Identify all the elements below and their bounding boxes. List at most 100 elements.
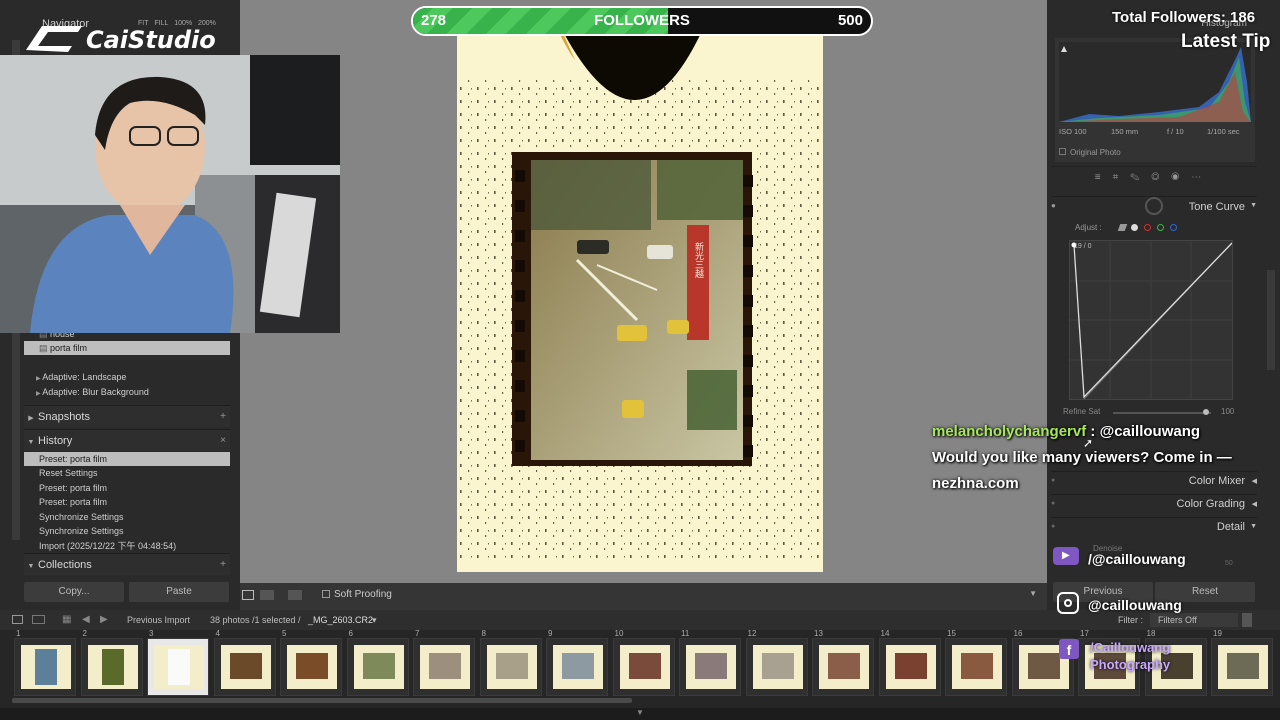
filmstrip-thumbnail[interactable]: 10: [612, 629, 675, 696]
forward-arrow-icon[interactable]: ▶: [100, 610, 108, 630]
thumbnail-image: [752, 645, 803, 689]
color-grading-header[interactable]: ● Color Grading ◀: [1051, 494, 1257, 514]
filter-dropdown[interactable]: Filters Off: [1150, 613, 1238, 627]
filmstrip-thumbnail[interactable]: 6: [346, 629, 409, 696]
redeye-icon[interactable]: ◉: [1171, 172, 1191, 183]
mask-icon[interactable]: ◎: [1151, 172, 1171, 183]
focal-length: 150 mm: [1111, 127, 1139, 136]
add-collection-button[interactable]: +: [220, 554, 226, 576]
detail-header[interactable]: ● Detail ▼: [1051, 517, 1257, 537]
filmstrip-thumbnail[interactable]: 15: [945, 629, 1007, 696]
thumbnail-image: [553, 645, 603, 689]
blue-channel-icon[interactable]: [1170, 224, 1177, 231]
tone-curve-target-icon[interactable]: [1145, 197, 1163, 215]
filename-dropdown-icon[interactable]: ▾: [372, 610, 377, 630]
thumbnail-number: 8: [481, 629, 486, 638]
filmstrip-thumbnail[interactable]: 13: [812, 629, 874, 696]
facebook-icon: f: [1059, 639, 1079, 659]
panel-visibility-icon[interactable]: ●: [1051, 500, 1055, 507]
filmstrip-thumbnail[interactable]: 2: [80, 629, 143, 696]
original-photo-checkbox[interactable]: [1059, 148, 1066, 155]
right-panel: Histogram ISO 100 150 mm f / 10 1/100 se…: [1047, 0, 1280, 610]
history-item[interactable]: Reset Settings: [24, 466, 230, 480]
tone-curve-header[interactable]: ● Tone Curve ▼: [1051, 196, 1257, 216]
curve-channel-selector[interactable]: [1117, 223, 1179, 233]
refine-saturation-slider[interactable]: [1113, 412, 1211, 414]
filmstrip-thumbnail[interactable]: 12: [745, 629, 808, 696]
thumbnail-frame: [562, 653, 594, 679]
filmstrip-thumbnail[interactable]: 19: [1211, 629, 1273, 696]
original-photo-toggle[interactable]: Original Photo: [1059, 148, 1121, 157]
filmstrip-thumbnail[interactable]: 1: [14, 629, 76, 696]
paste-button[interactable]: Paste: [129, 582, 229, 602]
history-item[interactable]: Import (2025/12/22 下午 04:48:54): [24, 539, 230, 553]
thumbnail-image: [619, 645, 670, 689]
back-arrow-icon[interactable]: ◀: [82, 610, 90, 630]
thumbnail-number: 7: [415, 629, 420, 638]
copy-button[interactable]: Copy...: [24, 582, 124, 602]
history-item[interactable]: Synchronize Settings: [24, 524, 230, 538]
red-channel-icon[interactable]: [1144, 224, 1151, 231]
parametric-curve-icon[interactable]: [1117, 224, 1128, 231]
snapshots-header[interactable]: ▶ Snapshots +: [24, 405, 230, 427]
tone-curve-graph[interactable]: 19 / 0: [1069, 240, 1233, 400]
heal-icon[interactable]: ✎: [1130, 172, 1151, 183]
panel-visibility-icon[interactable]: ●: [1051, 201, 1056, 210]
develop-tool-strip[interactable]: ≡⌗✎◎◉⋯: [1051, 166, 1257, 188]
selected-filename[interactable]: _MG_2603.CR2: [308, 610, 373, 630]
right-scrollbar[interactable]: [1267, 270, 1275, 370]
thumbnail-number: 13: [814, 629, 823, 638]
main-photo[interactable]: 新光三越: [457, 20, 823, 572]
green-channel-icon[interactable]: [1157, 224, 1164, 231]
history-item[interactable]: Preset: porta film: [24, 452, 230, 466]
preset-porta-film[interactable]: ▤ porta film: [24, 341, 230, 355]
filter-lock-icon[interactable]: [1242, 613, 1252, 627]
compare-view-icon[interactable]: [288, 590, 302, 600]
edit-tools-icon[interactable]: ≡: [1095, 172, 1113, 183]
filmstrip-thumbnail[interactable]: 11: [679, 629, 741, 696]
history-item[interactable]: Preset: porta film: [24, 481, 230, 495]
add-snapshot-button[interactable]: +: [220, 406, 226, 428]
history-header[interactable]: ▼ History ×: [24, 429, 230, 451]
soft-proofing-checkbox[interactable]: [322, 590, 330, 598]
history-item[interactable]: Synchronize Settings: [24, 510, 230, 524]
panel-visibility-icon[interactable]: ●: [1051, 523, 1055, 530]
film-scan-image: 新光三越: [457, 20, 823, 572]
filmstrip-thumbnail[interactable]: 5: [280, 629, 342, 696]
filter-label: Filter :: [1118, 615, 1144, 625]
rgb-channel-icon[interactable]: [1131, 224, 1138, 231]
toolbar-menu-icon[interactable]: ▼: [1029, 589, 1037, 598]
thumbnail-image: [1218, 645, 1268, 689]
clear-history-button[interactable]: ×: [220, 430, 226, 452]
source-label[interactable]: Previous Import: [127, 610, 190, 630]
thumbnail-frame: [1027, 653, 1060, 679]
grid-icon[interactable]: ▦: [62, 610, 71, 630]
thumbnail-number: 2: [82, 629, 87, 638]
facebook-handle-line2: Photography: [1090, 657, 1171, 672]
thumbnail-image: [154, 645, 204, 689]
thumbnail-image: [686, 645, 736, 689]
filmstrip-thumbnail[interactable]: 4: [213, 629, 276, 696]
filmstrip-thumbnail[interactable]: 8: [479, 629, 542, 696]
logo-mark: CaiStudio: [26, 26, 216, 54]
filmstrip-scrollbar[interactable]: [12, 698, 632, 703]
loupe-view-icon[interactable]: [242, 590, 254, 600]
presets-icon[interactable]: ⋯: [1191, 172, 1213, 183]
filmstrip-thumbnail[interactable]: 9: [546, 629, 608, 696]
preset-adaptive-blur[interactable]: ▶ Adaptive: Blur Background: [24, 385, 230, 399]
grid-view-icon[interactable]: [260, 590, 274, 600]
crop-icon[interactable]: ⌗: [1113, 172, 1131, 183]
filmstrip-toggle-icon[interactable]: ▼: [636, 708, 644, 717]
main-window-icon[interactable]: [12, 615, 23, 624]
collections-header[interactable]: ▼ Collections +: [24, 553, 230, 575]
history-item[interactable]: Preset: porta film: [24, 495, 230, 509]
preset-adaptive-landscape[interactable]: ▶ Adaptive: Landscape: [24, 370, 230, 384]
preset-icon: ▤: [39, 343, 51, 353]
filmstrip-thumbnail[interactable]: 3: [147, 629, 209, 696]
expand-triangle-icon: ▼: [27, 439, 35, 446]
chat-mention: @caillouwang: [1099, 423, 1201, 440]
filmstrip-thumbnail[interactable]: 14: [878, 629, 941, 696]
second-window-icon[interactable]: [32, 615, 45, 624]
refine-saturation-thumb[interactable]: [1203, 409, 1209, 415]
filmstrip-thumbnail[interactable]: 7: [413, 629, 475, 696]
